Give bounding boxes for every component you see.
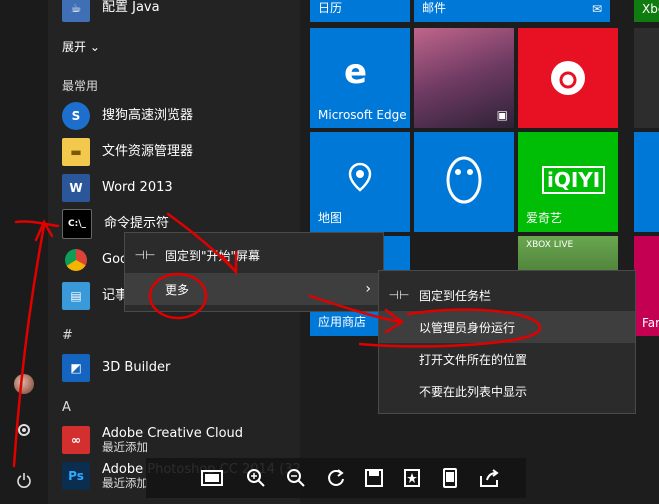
save-icon[interactable]: [360, 464, 388, 492]
zoom-in-icon[interactable]: [242, 464, 270, 492]
expand-toggle[interactable]: 展开 ⌄: [62, 38, 100, 55]
tile-edge[interactable]: e Microsoft Edge: [310, 28, 410, 128]
app-name: 配置 Java: [102, 0, 160, 15]
netease-music-icon: [551, 61, 585, 95]
menu-item-more[interactable]: 更多 ›: [125, 273, 383, 305]
tile-label: XBOX LIVE: [526, 240, 574, 250]
app-name: 文件资源管理器: [102, 143, 194, 159]
context-menu-primary: ⊣⊢ 固定到"开始"屏幕 更多 ›: [124, 232, 384, 312]
section-a-header: A: [62, 400, 71, 415]
tile-label: 日历: [318, 1, 343, 15]
app-name: 搜狗高速浏览器: [102, 107, 194, 123]
menu-item-label: 固定到"开始"屏幕: [165, 248, 261, 263]
menu-item-label: 更多: [165, 282, 190, 297]
tile-mail[interactable]: 邮件 ✉: [414, 0, 610, 22]
tile-qq[interactable]: [414, 132, 514, 232]
iqiyi-icon: iQIYI: [542, 166, 606, 194]
notepad-icon: ▤: [62, 282, 90, 310]
app-name: Word 2013: [102, 179, 173, 195]
settings-gear-icon[interactable]: [0, 410, 48, 450]
app-name: 命令提示符: [104, 215, 170, 231]
bookmark-icon[interactable]: [398, 464, 426, 492]
pin-icon: ⊣⊢: [134, 248, 156, 262]
creative-cloud-icon: ∞: [62, 426, 90, 454]
phone-icon[interactable]: [436, 464, 464, 492]
menu-item-label: 不要在此列表中显示: [419, 384, 528, 399]
tile-label: 爱奇艺: [526, 211, 563, 225]
app-item-sogou[interactable]: S 搜狗高速浏览器: [62, 100, 300, 132]
tile-netease-music[interactable]: [518, 28, 618, 128]
app-item-3d-builder[interactable]: ◩ 3D Builder: [62, 352, 300, 384]
tile-label: Far: [642, 316, 659, 330]
tile-label: Microsoft Edge: [318, 108, 407, 122]
menu-item-open-file-location[interactable]: 打开文件所在的位置: [379, 343, 635, 375]
screenshot-toolbar: [146, 458, 526, 498]
tile-partial-blue[interactable]: [634, 132, 659, 232]
folder-icon: ▬: [62, 138, 90, 166]
section-frequent-header: 最常用: [62, 79, 99, 93]
expand-label: 展开: [62, 40, 87, 54]
select-rect-icon[interactable]: [198, 464, 226, 492]
menu-item-label: 打开文件所在的位置: [419, 352, 528, 367]
menu-item-hide-from-list[interactable]: 不要在此列表中显示: [379, 375, 635, 407]
chrome-icon: [65, 249, 87, 271]
tile-farm[interactable]: Far: [634, 236, 659, 336]
edge-icon: e: [344, 52, 368, 92]
photoshop-icon: Ps: [62, 462, 90, 490]
tile-label: 邮件: [422, 1, 447, 15]
user-avatar[interactable]: [0, 364, 48, 404]
menu-item-label: 以管理员身份运行: [419, 320, 516, 335]
share-icon[interactable]: [476, 464, 504, 492]
chevron-down-icon: ⌄: [89, 40, 100, 54]
app-name: 3D Builder: [102, 359, 171, 375]
chevron-right-icon: ›: [365, 281, 371, 297]
java-config-icon: ☕: [62, 0, 90, 22]
tile-iqiyi[interactable]: iQIYI 爱奇艺: [518, 132, 618, 232]
word-icon: W: [62, 174, 90, 202]
menu-item-label: 固定到任务栏: [419, 288, 492, 303]
power-icon[interactable]: [0, 460, 48, 500]
app-item-java-config[interactable]: ☕ 配置 Java: [62, 0, 300, 24]
app-item-word[interactable]: W Word 2013: [62, 172, 300, 204]
zoom-out-icon[interactable]: [282, 464, 310, 492]
menu-item-pin-to-start[interactable]: ⊣⊢ 固定到"开始"屏幕: [125, 239, 383, 271]
tile-calendar[interactable]: 日历: [310, 0, 410, 22]
section-hash-header: #: [62, 328, 73, 343]
app-item-creative-cloud[interactable]: ∞ Adobe Creative Cloud 最近添加: [62, 424, 300, 456]
tile-photos[interactable]: ▣: [414, 28, 514, 128]
left-rail: [0, 0, 48, 504]
tile-label: 应用商店: [318, 315, 367, 329]
tile-label: Xbo: [642, 2, 659, 16]
cmd-icon: C:\_: [62, 209, 92, 239]
3dbuilder-icon: ◩: [62, 354, 90, 382]
rotate-icon[interactable]: [322, 464, 350, 492]
app-name: Adobe Creative Cloud: [102, 425, 244, 441]
app-item-file-explorer[interactable]: ▬ 文件资源管理器: [62, 136, 300, 168]
map-pin-icon: [348, 162, 372, 192]
tile-xbox[interactable]: Xbo: [634, 0, 659, 22]
menu-item-pin-to-taskbar[interactable]: ⊣⊢ 固定到任务栏: [379, 279, 635, 311]
app-sub: 最近添加: [102, 439, 148, 454]
sogou-browser-icon: S: [62, 102, 90, 130]
tile-label: 地图: [318, 211, 343, 225]
mail-icon: ✉: [591, 2, 602, 16]
tile-partial-dark[interactable]: [634, 28, 659, 128]
menu-item-run-as-admin[interactable]: 以管理员身份运行: [379, 311, 635, 343]
context-menu-more: ⊣⊢ 固定到任务栏 以管理员身份运行 打开文件所在的位置 不要在此列表中显示: [378, 270, 636, 414]
pin-icon: ⊣⊢: [388, 288, 410, 302]
tile-maps[interactable]: 地图: [310, 132, 410, 232]
qq-penguin-icon: [446, 156, 482, 204]
photos-icon: ▣: [496, 108, 508, 122]
